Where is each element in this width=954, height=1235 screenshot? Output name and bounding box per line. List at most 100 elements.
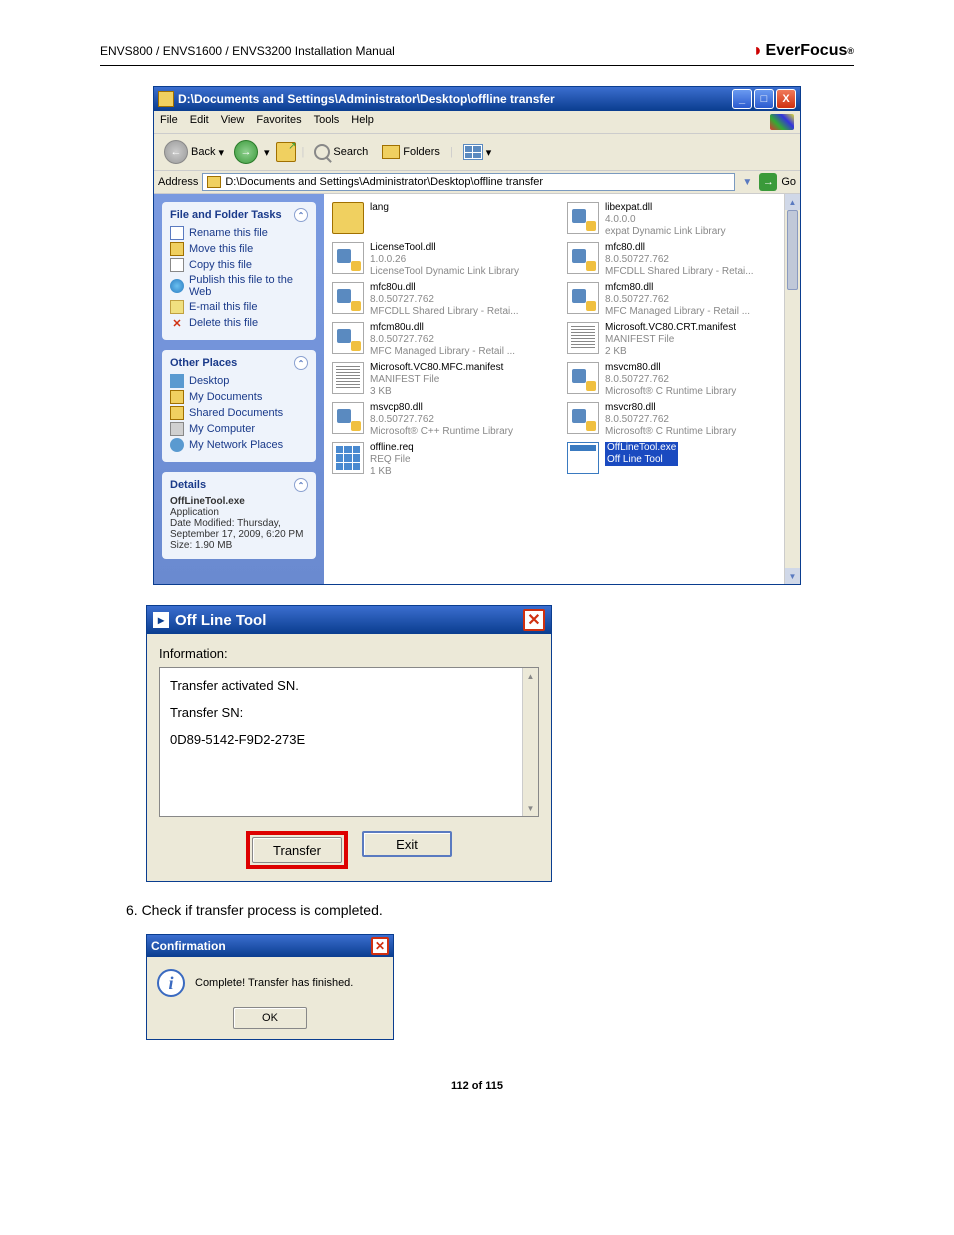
menu-view[interactable]: View [221,114,245,130]
file-item[interactable]: mfc80.dll8.0.50727.762MFCDLL Shared Libr… [567,242,792,278]
explorer-files-pane[interactable]: lang libexpat.dll4.0.0.0expat Dynamic Lin… [324,194,800,584]
confirmation-titlebar[interactable]: Confirmation ✕ [147,935,393,957]
collapse-icon[interactable]: ⌃ [294,356,308,370]
file-meta-1: 8.0.50727.762 [370,294,519,306]
other-places-panel: Other Places ⌃ Desktop My Documents Shar… [162,350,316,462]
file-meta-2: LicenseTool Dynamic Link Library [370,266,519,278]
file-item[interactable]: msvcr80.dll8.0.50727.762Microsoft® C Run… [567,402,792,438]
scroll-down-icon[interactable]: ▼ [523,800,538,816]
task-email[interactable]: E-mail this file [170,300,308,314]
details-modified: Date Modified: Thursday, September 17, 2… [170,518,308,540]
exit-button[interactable]: Exit [362,831,452,857]
address-dropdown-icon[interactable]: ▼ [739,177,755,188]
up-folder-button[interactable] [276,142,296,162]
offline-tool-icon: ▸ [153,612,169,628]
file-text: mfcm80.dll8.0.50727.762MFC Managed Libra… [605,282,750,318]
menu-favorites[interactable]: Favorites [256,114,301,130]
file-name: lang [370,202,389,214]
place-documents[interactable]: My Documents [170,390,308,404]
confirmation-close-button[interactable]: ✕ [371,937,389,955]
minimize-button[interactable]: _ [732,89,752,109]
file-item[interactable]: msvcp80.dll8.0.50727.762Microsoft® C++ R… [332,402,557,438]
menu-tools[interactable]: Tools [314,114,340,130]
scroll-thumb[interactable] [787,210,798,290]
file-item[interactable]: OffLineTool.exeOff Line Tool [567,442,792,478]
folder-icon [158,91,174,107]
file-text: msvcm80.dll8.0.50727.762Microsoft® C Run… [605,362,736,398]
windows-flag-icon [770,114,794,130]
dll-icon [567,242,599,274]
search-button[interactable]: Search [310,142,372,162]
address-input[interactable]: D:\Documents and Settings\Administrator\… [202,173,735,191]
back-arrow-icon: ← [164,140,188,164]
file-item[interactable]: mfcm80u.dll8.0.50727.762MFC Managed Libr… [332,322,557,358]
transfer-button[interactable]: Transfer [252,837,342,863]
file-meta-1: MANIFEST File [605,334,736,346]
file-item[interactable]: mfc80u.dll8.0.50727.762MFCDLL Shared Lib… [332,282,557,318]
views-button[interactable]: ▾ [459,142,496,162]
back-button[interactable]: ← Back ▾ [160,138,228,166]
collapse-icon[interactable]: ⌃ [294,478,308,492]
file-item[interactable]: msvcm80.dll8.0.50727.762Microsoft® C Run… [567,362,792,398]
folders-button[interactable]: Folders [378,143,444,161]
task-copy[interactable]: Copy this file [170,258,308,272]
views-dropdown-icon: ▾ [486,146,492,159]
dll-icon [567,282,599,314]
back-dropdown-icon: ▾ [218,146,224,159]
task-publish[interactable]: Publish this file to the Web [170,274,308,298]
info-line-1: Transfer activated SN. [170,678,528,693]
menu-file[interactable]: File [160,114,178,130]
place-desktop[interactable]: Desktop [170,374,308,388]
file-item[interactable]: offline.reqREQ File1 KB [332,442,557,478]
place-network[interactable]: My Network Places [170,438,308,452]
file-item[interactable]: Microsoft.VC80.MFC.manifestMANIFEST File… [332,362,557,398]
forward-button[interactable]: → [234,140,258,164]
file-item[interactable]: lang [332,202,557,238]
address-path: D:\Documents and Settings\Administrator\… [225,176,543,188]
explorer-titlebar[interactable]: D:\Documents and Settings\Administrator\… [154,87,800,111]
file-text: mfcm80u.dll8.0.50727.762MFC Managed Libr… [370,322,515,358]
task-email-label: E-mail this file [189,301,257,313]
page-header: ENVS800 / ENVS1600 / ENVS3200 Installati… [100,40,854,66]
collapse-icon[interactable]: ⌃ [294,208,308,222]
menu-edit[interactable]: Edit [190,114,209,130]
scroll-up-icon[interactable]: ▲ [785,194,800,210]
explorer-window: D:\Documents and Settings\Administrator\… [153,86,801,585]
file-meta-2: Microsoft® C++ Runtime Library [370,426,513,438]
scroll-down-icon[interactable]: ▼ [785,568,800,584]
files-scrollbar[interactable]: ▲ ▼ [784,194,800,584]
task-delete[interactable]: ✕Delete this file [170,316,308,330]
forward-dropdown-icon[interactable]: ▾ [264,146,270,159]
place-shared-label: Shared Documents [189,407,283,419]
dll-icon [332,282,364,314]
offline-tool-close-button[interactable]: ✕ [523,609,545,631]
place-computer[interactable]: My Computer [170,422,308,436]
maximize-button[interactable]: □ [754,89,774,109]
file-item[interactable]: mfcm80.dll8.0.50727.762MFC Managed Libra… [567,282,792,318]
file-name: OffLineTool.exe [605,442,678,454]
information-textarea[interactable]: Transfer activated SN. Transfer SN: 0D89… [159,667,539,817]
go-button[interactable]: → [759,173,777,191]
textarea-scrollbar[interactable]: ▲ ▼ [522,668,538,816]
file-item[interactable]: libexpat.dll4.0.0.0expat Dynamic Link Li… [567,202,792,238]
place-shared[interactable]: Shared Documents [170,406,308,420]
confirmation-message: Complete! Transfer has finished. [195,977,353,989]
file-item[interactable]: Microsoft.VC80.CRT.manifestMANIFEST File… [567,322,792,358]
dll-icon [567,202,599,234]
network-icon [170,438,184,452]
file-text: mfc80.dll8.0.50727.762MFCDLL Shared Libr… [605,242,754,278]
task-copy-label: Copy this file [189,259,252,271]
scroll-up-icon[interactable]: ▲ [523,668,538,684]
task-rename[interactable]: Rename this file [170,226,308,240]
task-move[interactable]: Move this file [170,242,308,256]
dll-icon [332,402,364,434]
file-item[interactable]: LicenseTool.dll1.0.0.26LicenseTool Dynam… [332,242,557,278]
close-button[interactable]: X [776,89,796,109]
menu-help[interactable]: Help [351,114,374,130]
ok-button[interactable]: OK [233,1007,307,1029]
search-icon [314,144,330,160]
place-desktop-label: Desktop [189,375,229,387]
tasks-title: File and Folder Tasks [170,209,282,221]
offline-tool-titlebar[interactable]: ▸ Off Line Tool ✕ [147,606,551,634]
details-filename: OffLineTool.exe [170,496,308,507]
